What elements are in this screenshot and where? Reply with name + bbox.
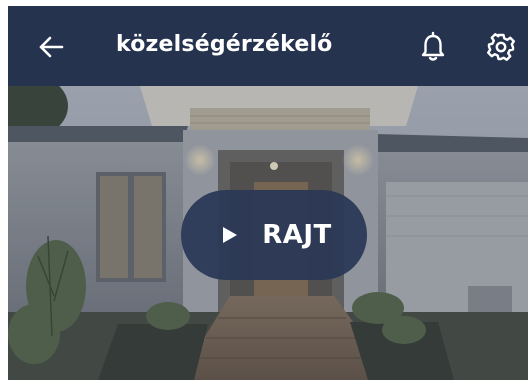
play-icon	[223, 227, 238, 243]
back-button[interactable]	[34, 30, 68, 64]
start-button-label: RAJT	[262, 220, 332, 250]
notifications-button[interactable]	[416, 30, 450, 64]
app-frame: közelségérzékelő RAJT	[8, 6, 528, 380]
start-button[interactable]: RAJT	[181, 190, 367, 280]
page-title: közelségérzékelő	[116, 32, 333, 57]
settings-button[interactable]	[484, 30, 518, 64]
top-bar: közelségérzékelő	[8, 6, 528, 86]
camera-preview[interactable]: RAJT	[8, 86, 528, 380]
arrow-left-icon	[39, 36, 64, 58]
bell-icon	[421, 31, 445, 61]
gear-icon	[487, 33, 515, 61]
